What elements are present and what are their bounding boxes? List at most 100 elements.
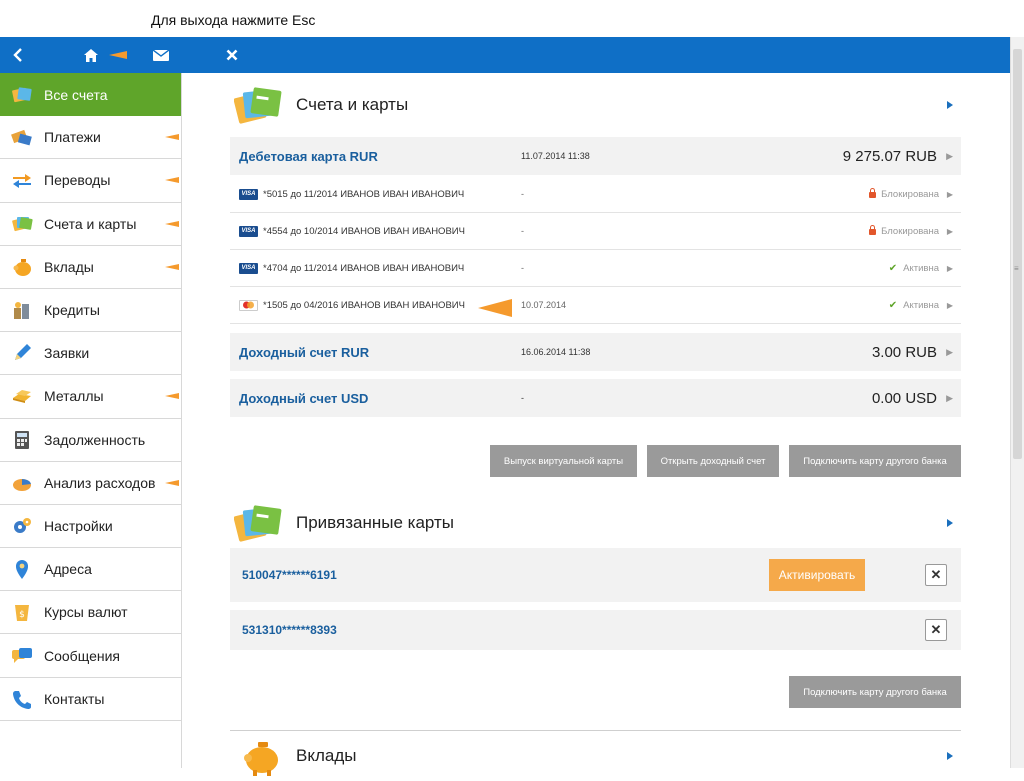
sidebar-item-label: Переводы: [44, 172, 111, 189]
chevron-right-icon: ▶: [946, 392, 953, 403]
sidebar-item[interactable]: Настройки: [0, 505, 181, 549]
scrollbar-thumb[interactable]: [1013, 49, 1022, 459]
account-date: -: [521, 393, 524, 403]
account-name: Дебетовая карта RUR: [239, 148, 378, 164]
accounts-cards-large-icon: [234, 87, 282, 124]
account-date: 16.06.2014 11:38: [521, 347, 591, 357]
card-row[interactable]: VISA *5015 до 11/2014 ИВАНОВ ИВАН ИВАНОВИ…: [230, 176, 961, 213]
payments-icon: [10, 125, 34, 149]
messages-icon: [10, 644, 34, 668]
lock-icon: [869, 225, 877, 235]
chevron-right-icon: ▶: [946, 346, 953, 357]
chevron-right-icon: ▶: [946, 150, 953, 161]
debt-icon: [10, 428, 34, 452]
debit-card-account-row[interactable]: Дебетовая карта RUR 11.07.2014 11:38 9 2…: [230, 137, 961, 176]
connect-other-bank-card-button[interactable]: Подключить карту другого банка: [789, 445, 961, 477]
deposits-large-icon: [244, 742, 278, 776]
metals-icon: [10, 384, 34, 408]
open-income-account-button[interactable]: Открыть доходный счет: [647, 445, 779, 477]
vertical-scrollbar[interactable]: ≡: [1010, 37, 1024, 768]
sidebar-item[interactable]: Анализ расходов: [0, 462, 181, 505]
sidebar-item[interactable]: Задолженность: [0, 419, 181, 462]
card-row[interactable]: *1505 до 04/2016 ИВАНОВ ИВАН ИВАНОВИЧ 10.…: [230, 287, 961, 324]
check-icon: ✔: [888, 262, 898, 274]
sidebar-item[interactable]: Адреса: [0, 548, 181, 592]
mail-icon[interactable]: [150, 37, 172, 73]
sidebar-item[interactable]: Металлы: [0, 375, 181, 419]
card-date: -: [521, 263, 524, 273]
card-status: Блокирована: [869, 188, 939, 200]
linked-card-number: 510047******6191: [242, 568, 337, 582]
income-account-usd-row[interactable]: Доходный счет USD - 0.00 USD ▶: [230, 379, 961, 418]
card-date: -: [521, 226, 524, 236]
account-amount: 9 275.07 RUB: [842, 147, 937, 165]
accounts-section-expand-icon[interactable]: [947, 101, 953, 109]
expense-analysis-icon: [10, 471, 34, 495]
sidebar-item-label: Все счета: [44, 86, 108, 103]
issue-virtual-card-button[interactable]: Выпуск виртуальной карты: [490, 445, 637, 477]
account-amount: 0.00 USD: [871, 389, 937, 407]
scrollbar-grip-icon: ≡: [1014, 264, 1019, 273]
income-account-rur-row[interactable]: Доходный счет RUR 16.06.2014 11:38 3.00 …: [230, 333, 961, 372]
settings-icon: [10, 514, 34, 538]
accounts-section-header[interactable]: Счета и карты: [230, 73, 961, 137]
sidebar-item[interactable]: Счета и карты: [0, 203, 181, 246]
sidebar-item[interactable]: Кредиты: [0, 289, 181, 333]
connect-other-bank-card-button-2[interactable]: Подключить карту другого банка: [789, 676, 961, 708]
check-icon: ✔: [888, 299, 898, 311]
sidebar-item[interactable]: Контакты: [0, 678, 181, 721]
sidebar-item-label: Контакты: [44, 690, 105, 707]
linked-cards-section-header[interactable]: Привязанные карты: [230, 498, 961, 548]
activate-button[interactable]: Активировать: [769, 559, 865, 591]
linked-card-row[interactable]: 531310******8393 ✕: [230, 610, 961, 650]
sidebar-item-label: Счета и карты: [44, 215, 137, 232]
pointer-arrow-icon: [165, 220, 179, 227]
sidebar-item-label: Вклады: [44, 258, 94, 275]
chevron-right-icon: ▶: [946, 189, 953, 199]
sidebar-item-label: Заявки: [44, 345, 90, 362]
linked-card-number: 531310******8393: [242, 623, 337, 637]
home-pointer-arrow: [108, 37, 128, 73]
close-icon[interactable]: [222, 37, 242, 73]
deposits-section-header[interactable]: Вклады: [230, 731, 961, 781]
card-date: -: [521, 189, 524, 199]
card-status-label: Активна: [903, 299, 939, 311]
chevron-right-icon: ▶: [946, 226, 953, 236]
chevron-right-icon: ▶: [946, 300, 953, 310]
pointer-arrow-icon: [165, 134, 179, 141]
visa-logo-icon: VISA: [239, 225, 258, 237]
chevron-right-icon: ▶: [946, 263, 953, 273]
linked-cards-expand-icon[interactable]: [947, 519, 953, 527]
card-status: ✔ Активна: [889, 300, 939, 311]
accounts-actions: Выпуск виртуальной карты Открыть доходны…: [230, 418, 961, 498]
card-description: *5015 до 11/2014 ИВАНОВ ИВАН ИВАНОВИЧ: [263, 188, 465, 200]
deposits-expand-icon[interactable]: [947, 752, 953, 760]
sidebar-item[interactable]: $ Курсы валют: [0, 591, 181, 635]
transfers-icon: [10, 168, 34, 192]
deposits-icon: [10, 255, 34, 279]
home-icon[interactable]: [81, 37, 101, 73]
sidebar-item-label: Металлы: [44, 388, 104, 405]
sidebar-item[interactable]: Вклады: [0, 246, 181, 289]
remove-card-button[interactable]: ✕: [925, 619, 947, 641]
pointer-arrow-icon: [165, 393, 179, 400]
linked-actions: Подключить карту другого банка: [230, 658, 961, 730]
card-row[interactable]: VISA *4704 до 11/2014 ИВАНОВ ИВАН ИВАНОВИ…: [230, 250, 961, 287]
account-name: Доходный счет USD: [239, 390, 369, 406]
visa-logo-icon: VISA: [239, 262, 258, 274]
sidebar-item[interactable]: Все счета: [0, 73, 181, 117]
remove-card-button[interactable]: ✕: [925, 564, 947, 586]
sidebar-item[interactable]: Сообщения: [0, 634, 181, 678]
sidebar-item[interactable]: Переводы: [0, 159, 181, 203]
sidebar-item[interactable]: Платежи: [0, 116, 181, 160]
accounts-section-title: Счета и карты: [296, 95, 409, 114]
card-list: VISA *5015 до 11/2014 ИВАНОВ ИВАН ИВАНОВИ…: [230, 176, 961, 324]
linked-card-row[interactable]: 510047******6191 Активировать ✕: [230, 548, 961, 602]
card-status: ✔ Активна: [889, 263, 939, 274]
sidebar-item[interactable]: Заявки: [0, 332, 181, 376]
currency-rates-icon: $: [10, 600, 34, 624]
lock-icon: [869, 188, 877, 198]
linked-cards-large-icon: [234, 505, 282, 542]
card-row[interactable]: VISA *4554 до 10/2014 ИВАНОВ ИВАН ИВАНОВИ…: [230, 213, 961, 250]
back-icon[interactable]: [8, 37, 28, 73]
